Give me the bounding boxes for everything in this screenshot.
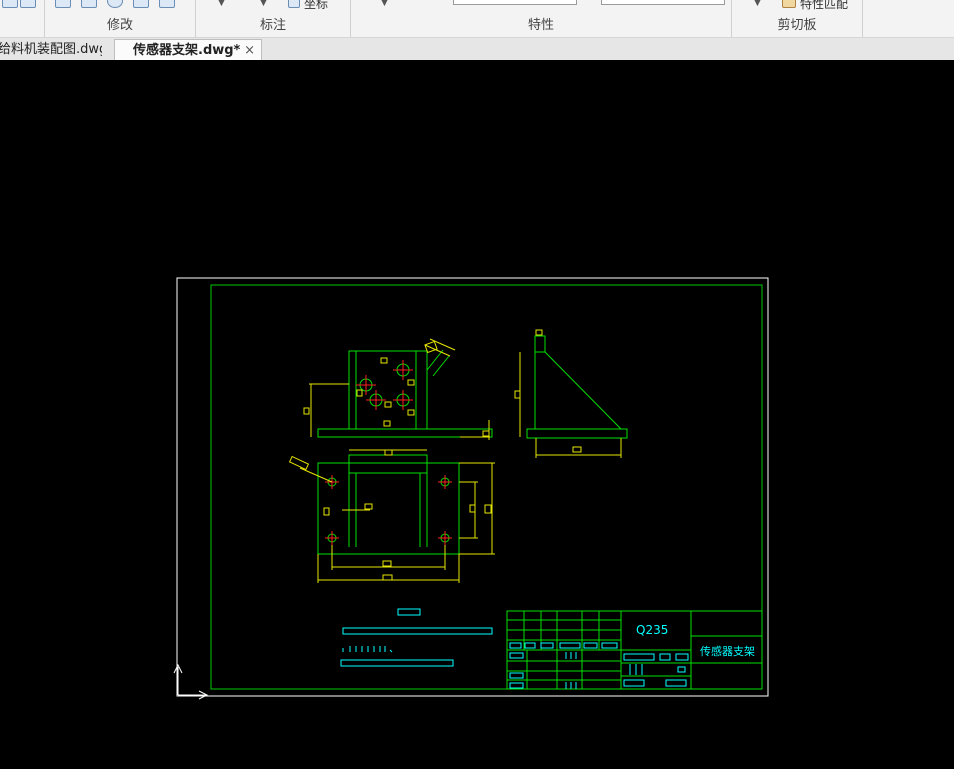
group-label-modify: 修改	[106, 18, 133, 33]
group-label-annotate: 标注	[259, 18, 286, 33]
match-properties-label[interactable]: 特性匹配	[800, 0, 848, 12]
coordinate-icon[interactable]	[288, 0, 300, 8]
ribbon-group-left	[0, 0, 45, 37]
group-label-clipboard: 剪切板	[777, 18, 817, 33]
chevron-down-icon[interactable]: ▼	[260, 0, 267, 8]
drawing-svg: Q235 传感器支架	[173, 277, 769, 700]
close-icon[interactable]: ×	[244, 40, 255, 61]
rotate-icon[interactable]	[107, 0, 123, 8]
group-label-properties: 特性	[527, 18, 554, 33]
sheet-frame	[176, 277, 769, 697]
ribbon: 修改 ▼ ▼ 坐标 标注 ▼ 特性 ▼ 特性匹配 剪切板	[0, 0, 954, 38]
chevron-down-icon[interactable]: ▼	[381, 0, 388, 8]
part-name-text: 传感器支架	[700, 645, 755, 658]
scale-icon[interactable]	[81, 0, 97, 8]
ribbon-group-annotate: ▼ ▼ 坐标 标注	[196, 0, 351, 37]
document-tab-bar: 给料机装配图.dwg 传感器支架.dwg* ×	[0, 38, 954, 61]
side-view	[514, 329, 628, 458]
title-block: Q235 传感器支架	[506, 610, 763, 690]
linetype-dropdown[interactable]	[601, 0, 725, 5]
front-view	[303, 338, 493, 440]
drawing-canvas[interactable]: Q235 传感器支架	[0, 60, 954, 765]
mirror-icon[interactable]	[133, 0, 149, 8]
layer-dropdown[interactable]	[453, 0, 577, 5]
material-text: Q235	[636, 623, 668, 637]
stretch-icon[interactable]	[55, 0, 71, 8]
circle-icon[interactable]	[2, 0, 18, 8]
ucs-icon	[173, 663, 209, 700]
ribbon-group-properties: ▼ 特性	[351, 0, 732, 37]
chevron-down-icon[interactable]: ▼	[754, 0, 761, 8]
tab-label: 给料机装配图.dwg	[0, 42, 102, 57]
globe-icon[interactable]	[20, 0, 36, 8]
chevron-down-icon[interactable]: ▼	[218, 0, 225, 8]
ribbon-group-modify: 修改	[45, 0, 196, 37]
technical-notes	[340, 608, 493, 667]
array-icon[interactable]	[159, 0, 175, 8]
tab-assembly[interactable]: 给料机装配图.dwg	[0, 39, 102, 60]
ribbon-group-clipboard: ▼ 特性匹配 剪切板	[732, 0, 863, 37]
tab-label: 传感器支架.dwg*	[133, 43, 241, 58]
top-view	[288, 449, 495, 583]
coord-label[interactable]: 坐标	[304, 0, 328, 12]
match-properties-icon[interactable]	[782, 0, 796, 8]
tab-sensor-bracket[interactable]: 传感器支架.dwg* ×	[114, 39, 262, 60]
